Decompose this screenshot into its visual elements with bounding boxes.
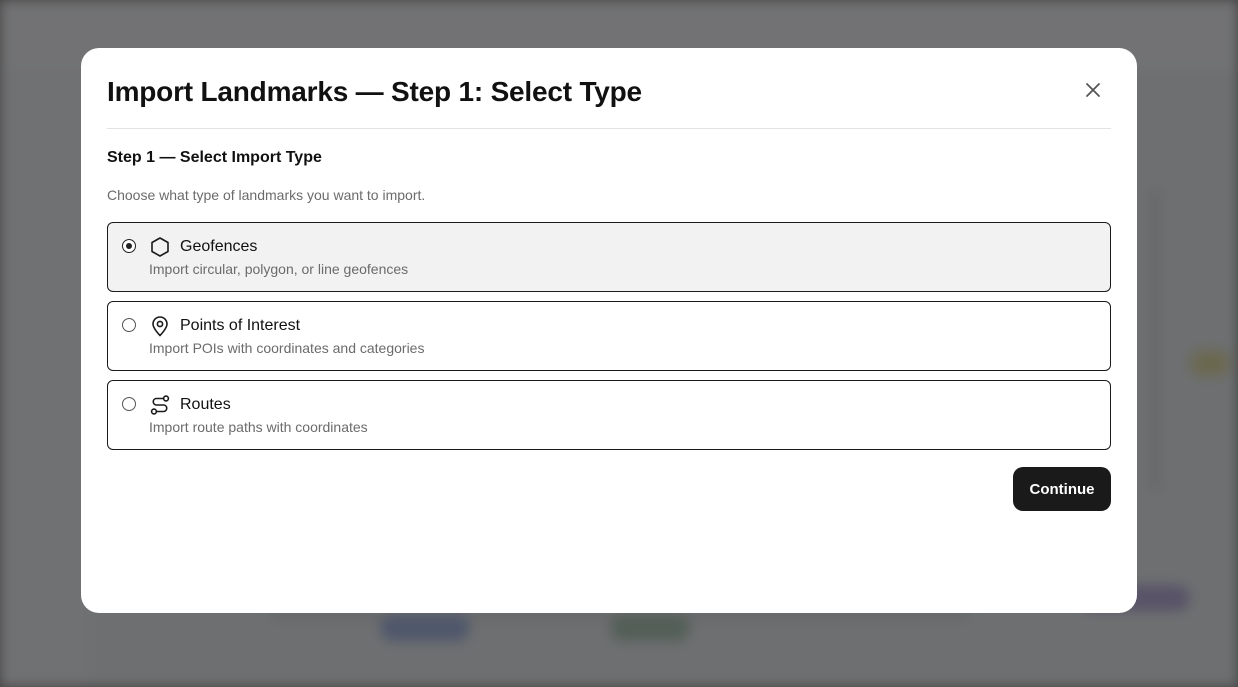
step-heading: Step 1 — Select Import Type xyxy=(107,149,322,166)
close-button[interactable] xyxy=(1079,78,1107,106)
continue-button[interactable]: Continue xyxy=(1013,467,1111,511)
map-pin-icon xyxy=(149,315,171,337)
option-geofences[interactable]: Geofences Import circular, polygon, or l… xyxy=(107,222,1111,292)
option-label: Routes xyxy=(180,396,231,413)
points-of-interest-radio[interactable] xyxy=(122,318,136,332)
hexagon-icon xyxy=(149,236,171,258)
option-description: Import POIs with coordinates and categor… xyxy=(149,340,425,356)
routes-radio[interactable] xyxy=(122,397,136,411)
option-label: Points of Interest xyxy=(180,317,301,334)
route-icon xyxy=(149,394,171,416)
option-description: Import circular, polygon, or line geofen… xyxy=(149,261,409,277)
step-description: Choose what type of landmarks you want t… xyxy=(107,187,426,203)
close-icon xyxy=(1084,81,1102,104)
option-routes[interactable]: Routes Import route paths with coordinat… xyxy=(107,380,1111,450)
title-divider xyxy=(107,128,1111,129)
geofences-radio[interactable] xyxy=(122,239,136,253)
dialog-title: Import Landmarks — Step 1: Select Type xyxy=(107,76,642,107)
option-points-of-interest[interactable]: Points of Interest Import POIs with coor… xyxy=(107,301,1111,371)
import-landmarks-dialog: Import Landmarks — Step 1: Select Type S… xyxy=(81,48,1137,613)
option-description: Import route paths with coordinates xyxy=(149,419,368,435)
option-label: Geofences xyxy=(180,238,258,255)
